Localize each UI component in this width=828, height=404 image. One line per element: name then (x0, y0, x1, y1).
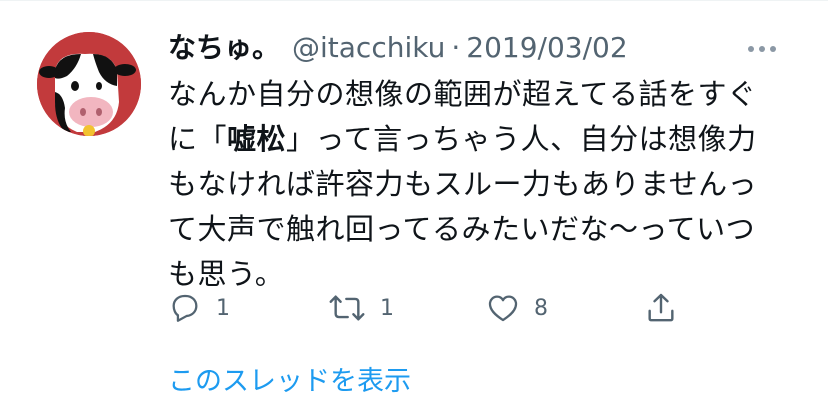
tweet-text-segment: 」って言っちゃう人、自分は想像力 (286, 122, 757, 156)
like-count: 8 (534, 295, 548, 321)
show-thread-link[interactable]: このスレッドを表示 (168, 362, 411, 402)
reply-count: 1 (216, 295, 230, 321)
tweet-text-line: もなければ許容力もスルー力もありませんっ (168, 167, 758, 201)
user-handle[interactable]: @itacchiku (292, 28, 445, 68)
top-divider (0, 0, 828, 1)
retweet-icon (329, 295, 365, 321)
tweet-text: なんか自分の想像の範囲が超えてる話をすぐ に「嘘松」って言っちゃう人、自分は想像… (168, 72, 798, 297)
tweet-actions: 1 1 8 (168, 290, 688, 326)
retweet-count: 1 (380, 295, 394, 321)
tweet-header: なちゅ。 @itacchiku · 2019/03/02 (168, 28, 628, 68)
more-options-icon[interactable] (748, 42, 776, 56)
more-dot (770, 46, 776, 52)
more-dot (759, 46, 765, 52)
avatar[interactable] (37, 32, 141, 136)
tweet-text-segment: に「 (168, 122, 228, 156)
tweet-date[interactable]: 2019/03/02 (466, 28, 627, 68)
share-button[interactable] (644, 290, 678, 326)
like-icon (488, 295, 518, 322)
tweet-text-line: て大声で触れ回ってるみたいだな〜っていつ (168, 212, 756, 246)
tweet-text-line: に「嘘松」って言っちゃう人、自分は想像力 (168, 117, 798, 162)
display-name[interactable]: なちゅ。 (168, 28, 280, 68)
cow-avatar-icon (37, 32, 141, 136)
like-button[interactable]: 8 (486, 290, 548, 326)
retweet-button[interactable]: 1 (328, 290, 394, 326)
reply-button[interactable]: 1 (168, 290, 230, 326)
more-dot (748, 46, 754, 52)
separator: · (451, 31, 461, 64)
reply-icon (172, 294, 198, 322)
share-icon (648, 293, 674, 322)
tweet-text-line: なんか自分の想像の範囲が超えてる話をすぐ (168, 77, 757, 111)
tweet-text-bold: 嘘松 (227, 122, 287, 156)
